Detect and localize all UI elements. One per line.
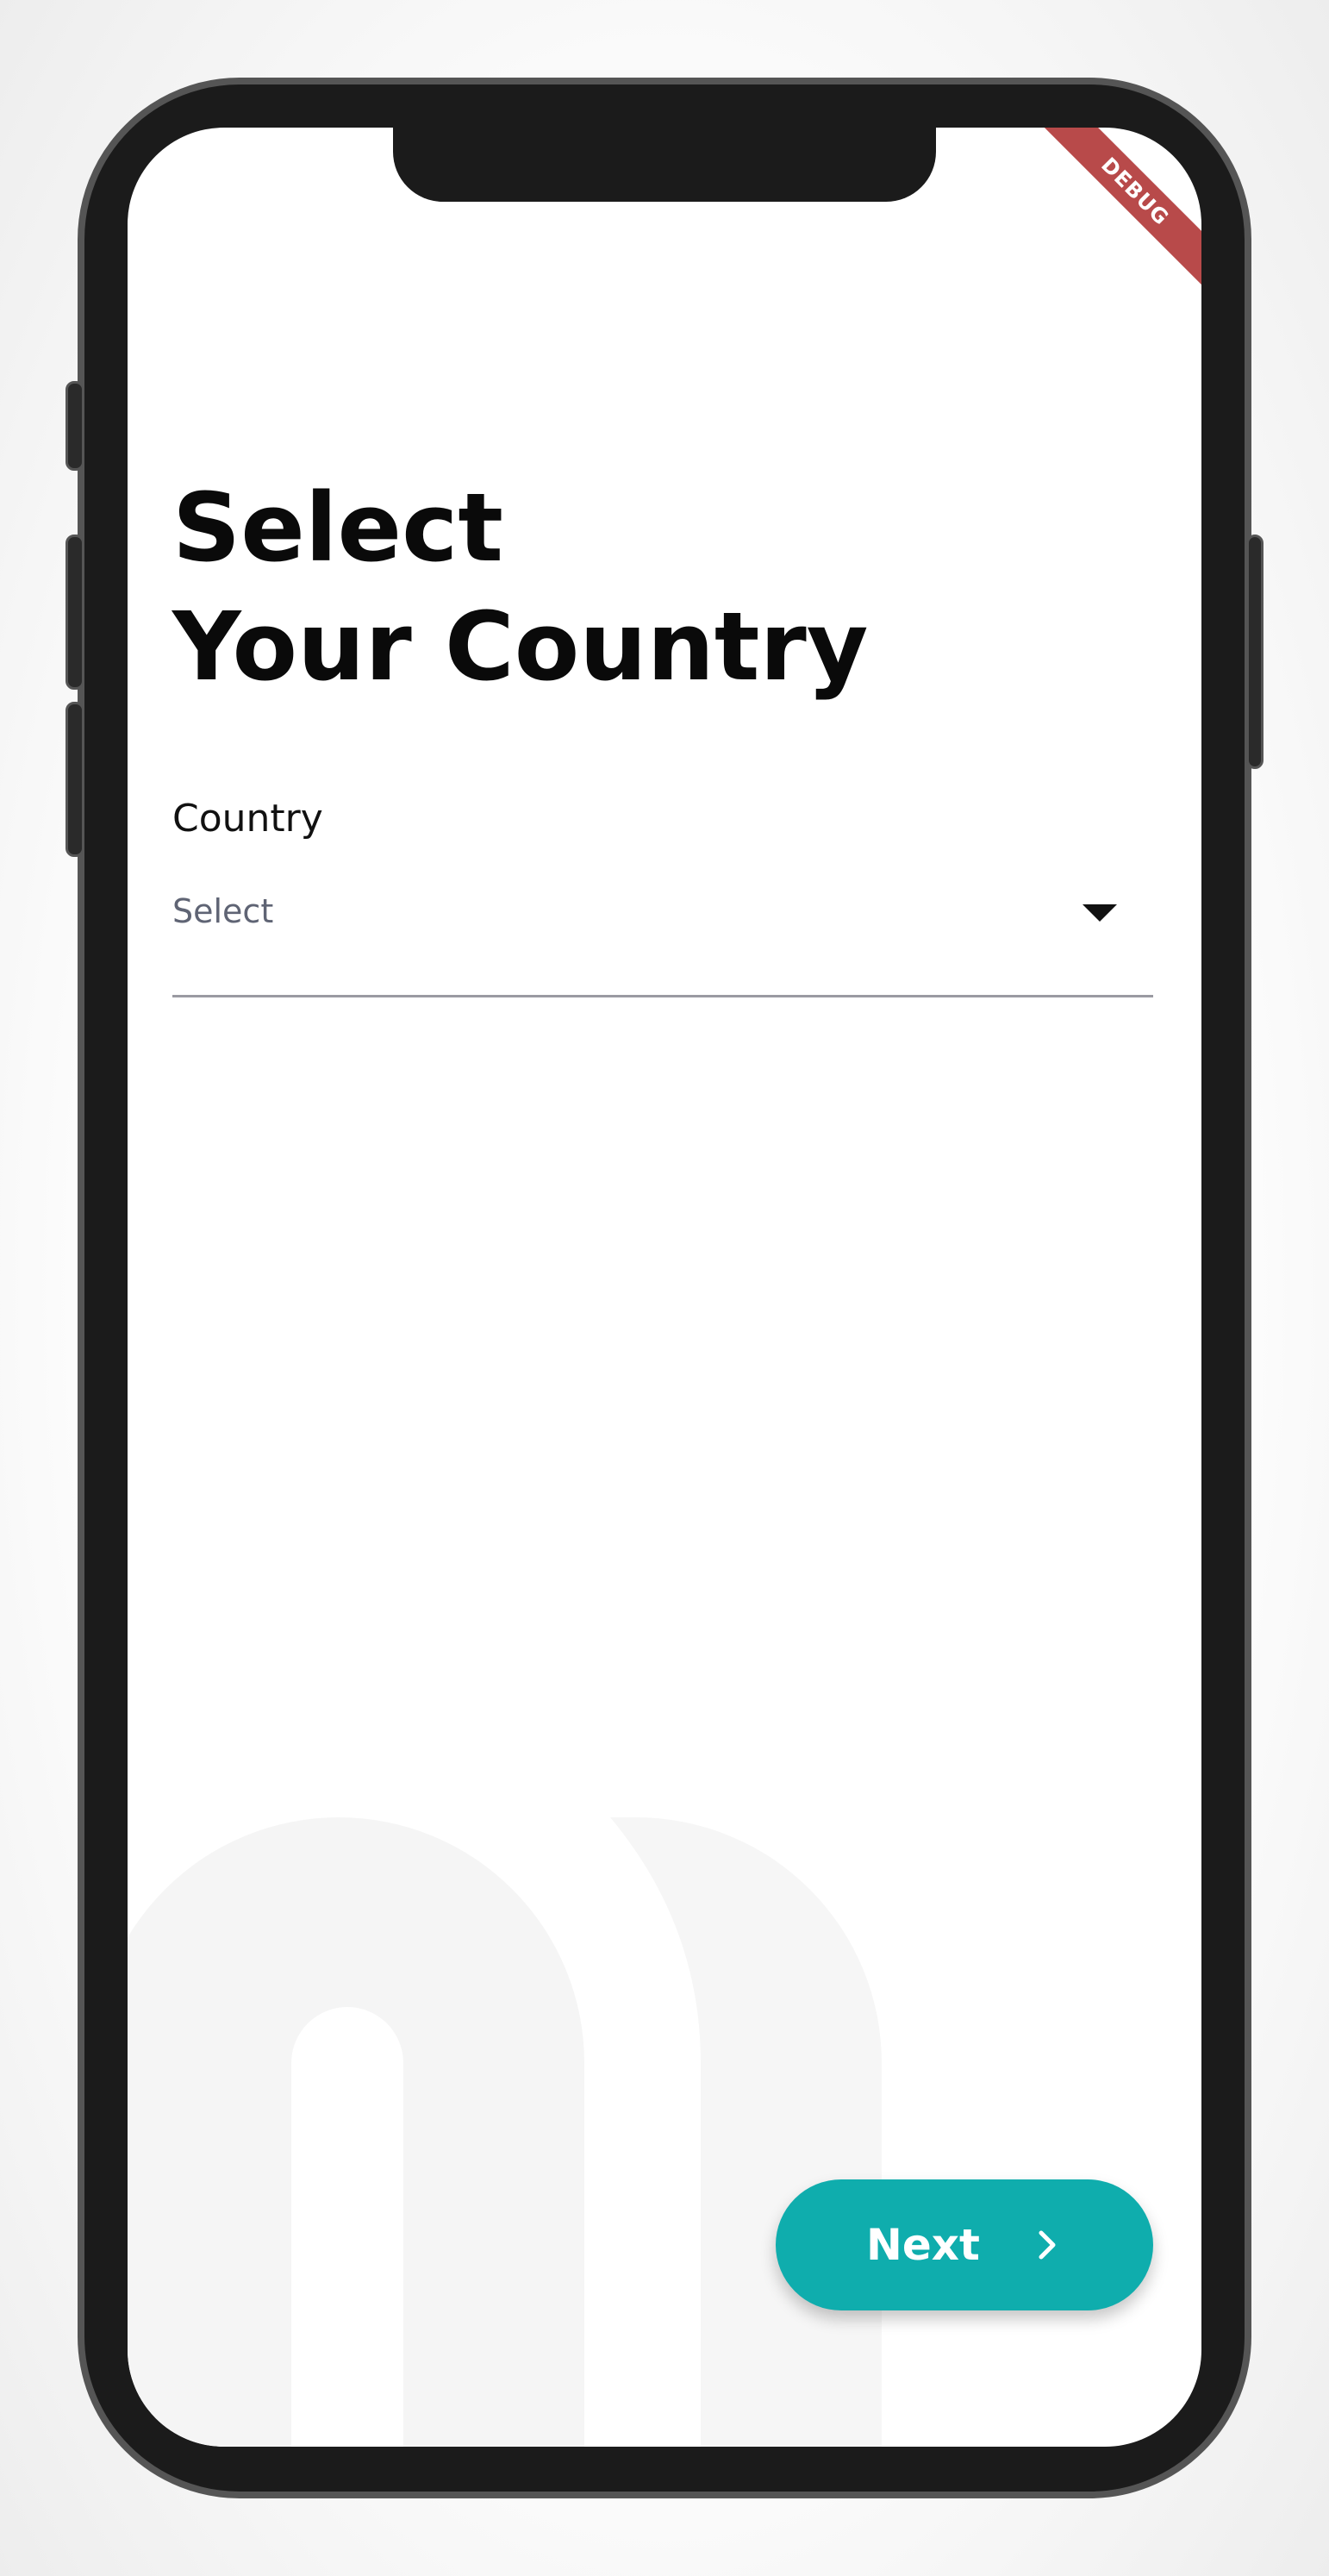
chevron-right-icon [1039,2230,1056,2260]
page-title-line1: Select [172,472,503,583]
app-screen: DEBUG Select Your Country Country Select… [128,128,1201,2447]
country-field-label: Country [172,797,323,841]
phone-volume-down [66,702,84,857]
next-button-label: Next [866,2220,980,2270]
country-select[interactable] [172,869,1153,870]
next-button[interactable]: Next [776,2179,1153,2310]
dropdown-arrow-icon[interactable] [1083,904,1117,922]
country-select-value[interactable]: Select [172,892,273,930]
country-select-underline [172,995,1153,997]
logo-arch-right [610,1817,882,2447]
phone-power-button [1246,535,1263,769]
phone-notch [393,128,936,202]
page-title-line2: Your Country [172,591,869,702]
page-title: Select Your Country [172,468,868,706]
phone-mute-switch [66,381,84,471]
app-stage: DEBUG Select Your Country Country Select… [0,0,1329,2576]
phone-volume-up [66,535,84,690]
logo-arch-left [128,1817,584,2447]
background-logo-watermark [128,1817,882,2447]
